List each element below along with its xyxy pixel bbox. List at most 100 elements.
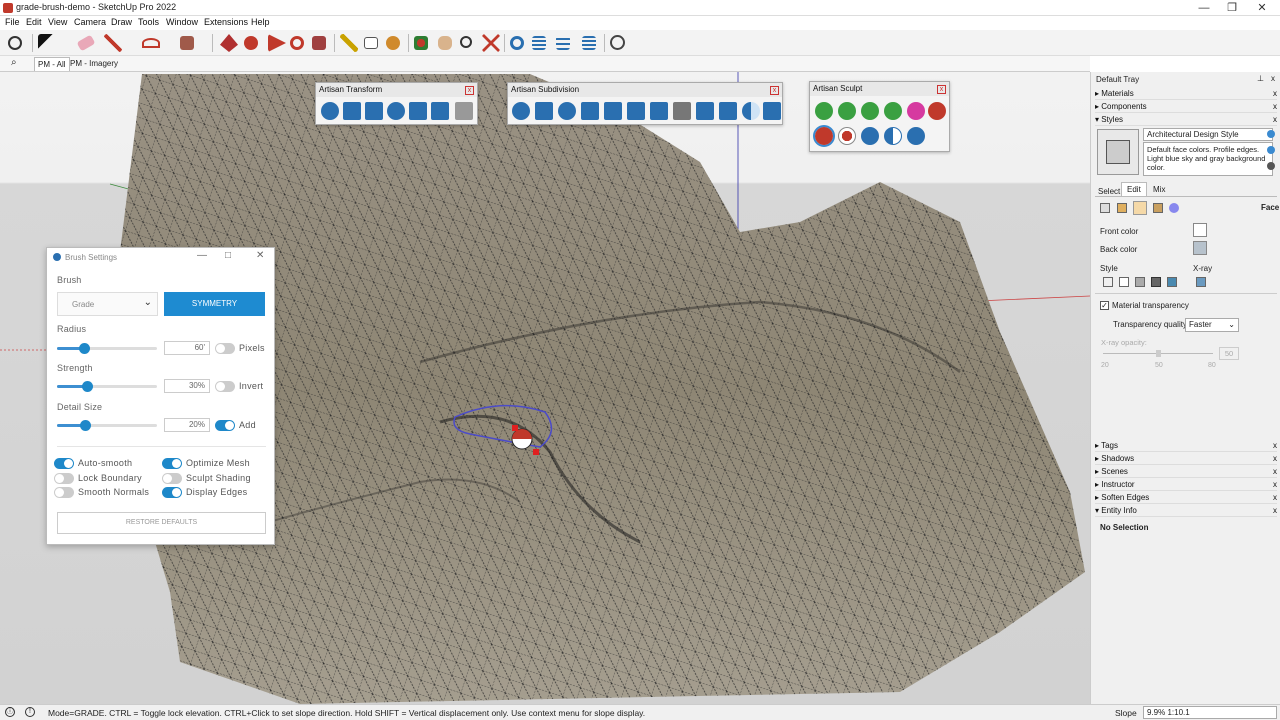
search-icon[interactable]: ⌕: [11, 57, 17, 68]
style-description[interactable]: Default face colors. Profile edges. Ligh…: [1143, 142, 1273, 176]
restore-defaults-button[interactable]: RESTORE DEFAULTS: [57, 512, 266, 534]
close-icon[interactable]: x: [1273, 453, 1277, 465]
subdivide-icon[interactable]: [512, 102, 530, 120]
radius-slider-knob[interactable]: [79, 343, 90, 354]
symmetry-icon[interactable]: [742, 102, 760, 120]
tray-section-scenes[interactable]: ▸ Scenes x: [1095, 466, 1277, 478]
offset-icon[interactable]: [268, 34, 286, 52]
tab-edit[interactable]: Edit: [1121, 182, 1147, 196]
select-icon[interactable]: [38, 34, 56, 52]
strength-slider-knob[interactable]: [82, 381, 93, 392]
erase-sculpt-icon[interactable]: [928, 102, 946, 120]
menu-edit[interactable]: Edit: [26, 17, 42, 27]
menu-extensions[interactable]: Extensions: [204, 17, 248, 27]
orbit-icon[interactable]: [414, 36, 428, 50]
drape-icon[interactable]: [582, 36, 596, 50]
sculpt-shading-toggle[interactable]: [162, 473, 182, 484]
symmetry-button[interactable]: SYMMETRY: [164, 292, 265, 316]
material-transparency-checkbox[interactable]: ✓: [1100, 301, 1109, 310]
stamp-icon[interactable]: [556, 36, 570, 50]
shape-icon[interactable]: [180, 36, 194, 50]
tab-select[interactable]: Select: [1098, 187, 1120, 196]
box-icon[interactable]: [763, 102, 781, 120]
menu-window[interactable]: Window: [166, 17, 198, 27]
menu-camera[interactable]: Camera: [74, 17, 106, 27]
invert-toggle[interactable]: [215, 381, 235, 392]
shaded-textures-icon[interactable]: [1151, 277, 1161, 287]
brush-select[interactable]: Grade ⌄: [57, 292, 158, 316]
menu-help[interactable]: Help: [251, 17, 270, 27]
strength-slider[interactable]: [57, 381, 157, 392]
rotate-tool-icon[interactable]: [387, 102, 405, 120]
zoom-icon[interactable]: [8, 36, 22, 50]
close-icon[interactable]: x: [1273, 101, 1277, 113]
tab-mix[interactable]: Mix: [1153, 185, 1165, 194]
plane-icon[interactable]: [650, 102, 668, 120]
push-pull-icon[interactable]: [220, 34, 238, 52]
detail-size-slider-knob[interactable]: [80, 420, 91, 431]
eraser-icon[interactable]: [76, 34, 96, 52]
tray-section-instructor[interactable]: ▸ Instructor x: [1095, 479, 1277, 491]
scene-tab-pm-all[interactable]: PM - All: [34, 57, 70, 71]
zoom-tool-icon[interactable]: [460, 36, 472, 48]
auto-smooth-toggle[interactable]: [54, 458, 74, 469]
back-color-swatch[interactable]: [1193, 241, 1207, 255]
background-settings-icon[interactable]: [1133, 201, 1147, 215]
sandbox-icon[interactable]: [510, 36, 524, 50]
close-icon[interactable]: x: [465, 86, 474, 95]
flatten-icon[interactable]: [884, 102, 902, 120]
scene-tab-pm-imagery[interactable]: PM - Imagery: [67, 57, 121, 71]
grid-icon[interactable]: [627, 102, 645, 120]
tray-close-icon[interactable]: x: [1271, 74, 1275, 83]
close-icon[interactable]: ✕: [256, 250, 264, 261]
smooth-sculpt-icon[interactable]: [838, 127, 856, 145]
tape-measure-icon[interactable]: [340, 34, 358, 52]
tray-section-components[interactable]: ▸ Components x: [1095, 101, 1277, 113]
account-icon[interactable]: [610, 35, 625, 50]
minimize-button[interactable]: —: [1190, 1, 1218, 15]
zoom-extents-icon[interactable]: [482, 34, 500, 52]
close-icon[interactable]: x: [1273, 479, 1277, 491]
close-icon[interactable]: x: [770, 86, 779, 95]
front-color-swatch[interactable]: [1193, 223, 1207, 237]
spiral-icon[interactable]: [321, 102, 339, 120]
maximize-button[interactable]: ❐: [1218, 1, 1246, 15]
hidden-line-icon[interactable]: [1119, 277, 1129, 287]
xray-opacity-knob[interactable]: [1156, 350, 1161, 357]
grade-icon[interactable]: [813, 125, 835, 147]
move-arrows-icon[interactable]: [365, 102, 383, 120]
refresh-icon[interactable]: [1267, 130, 1275, 138]
close-icon[interactable]: x: [1273, 466, 1277, 478]
new-style-icon[interactable]: [1267, 146, 1275, 154]
smooth-icon[interactable]: [558, 102, 576, 120]
menu-draw[interactable]: Draw: [111, 17, 132, 27]
bridge-icon[interactable]: [719, 102, 737, 120]
paint-icon[interactable]: [907, 102, 925, 120]
close-icon[interactable]: x: [1273, 492, 1277, 504]
modeling-settings-icon[interactable]: [1169, 203, 1179, 213]
crease-icon[interactable]: [581, 102, 599, 120]
menu-file[interactable]: File: [5, 17, 20, 27]
xray-opacity-value[interactable]: 50: [1219, 347, 1239, 360]
select-tool-icon[interactable]: [343, 102, 361, 120]
paint-bucket-icon[interactable]: [386, 36, 400, 50]
settings-icon[interactable]: [907, 127, 925, 145]
monochrome-icon[interactable]: [1167, 277, 1177, 287]
tray-section-materials[interactable]: ▸ Materials x: [1095, 88, 1277, 100]
sword-icon[interactable]: [673, 102, 691, 120]
cube-icon[interactable]: [535, 102, 553, 120]
menu-view[interactable]: View: [48, 17, 67, 27]
knife-icon[interactable]: [604, 102, 622, 120]
pin-icon[interactable]: ⊥: [1257, 74, 1264, 83]
transparency-quality-select[interactable]: Faster ⌄: [1185, 318, 1239, 332]
scale-tool-icon[interactable]: [409, 102, 427, 120]
close-icon[interactable]: x: [1273, 440, 1277, 452]
add-toggle[interactable]: [215, 420, 235, 431]
shaded-icon[interactable]: [1135, 277, 1145, 287]
xray-icon[interactable]: [1196, 277, 1206, 287]
pixels-toggle[interactable]: [215, 343, 235, 354]
extrude-icon[interactable]: [696, 102, 714, 120]
display-edges-toggle[interactable]: [162, 487, 182, 498]
style-name-field[interactable]: Architectural Design Style: [1143, 128, 1273, 141]
radius-value[interactable]: 60': [164, 341, 210, 355]
